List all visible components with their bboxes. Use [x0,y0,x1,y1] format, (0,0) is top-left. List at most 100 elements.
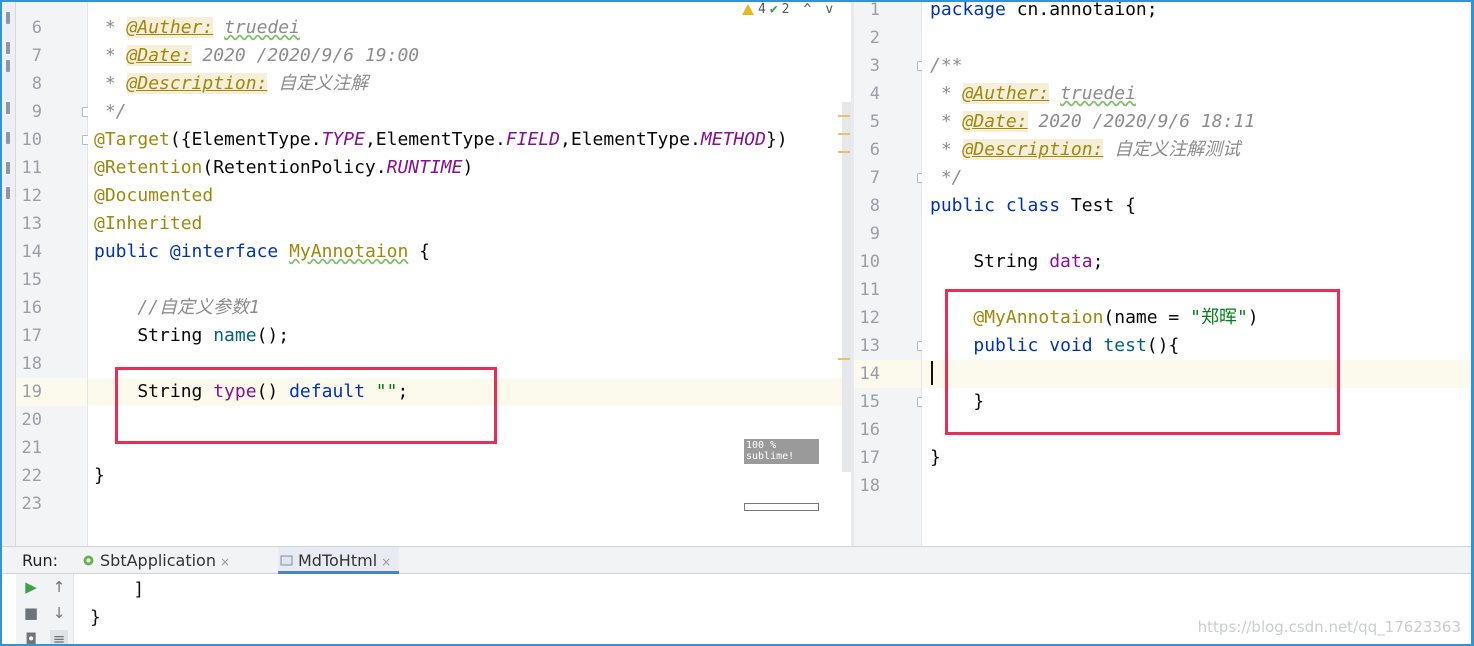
line-number: 9 [869,224,880,244]
inspection-widget[interactable]: 4 ✔ 2 ^ v [742,2,833,17]
code-token: public [94,241,160,262]
rerun-icon[interactable]: ▶ [22,578,40,596]
warning-icon [742,4,754,15]
code-line[interactable]: * @Date: 2020 /2020/9/6 19:00 [88,42,842,70]
run-tool-bar: Run: SbtApplication × MdToHtml × [2,546,1471,574]
camera-icon[interactable]: ◘ [22,630,40,644]
code-line[interactable] [88,266,842,294]
code-token: ) [462,157,474,178]
code-line[interactable]: /** [922,52,1471,80]
line-number: 10 [21,130,42,150]
right-editor[interactable]: package cn.annotaion; /** * @Auther: true… [922,2,1471,546]
soft-wrap-icon[interactable]: ≡ [50,630,68,644]
code-line[interactable] [922,220,1471,248]
run-tab-sbtapplication[interactable]: SbtApplication × [80,547,238,574]
code-token: }) [765,129,788,150]
class-file-icon [280,555,293,566]
code-token: @Description: [962,139,1104,160]
left-gutter: 6 7 8 9 10 11 12 13 14 15 16 17 18 19 20 21 22 23 [16,2,92,546]
code-line[interactable]: public class Test { [922,192,1471,220]
ide-window: 6 7 8 9 10 11 12 13 14 15 16 17 18 19 20 21 22 23 * @Auth… [0,0,1474,646]
code-line[interactable]: @Documented [88,182,842,210]
code-token: @Date: [962,111,1028,132]
close-icon[interactable]: × [381,555,391,569]
code-line[interactable]: } [922,444,1471,472]
line-number: 15 [859,392,880,412]
scroll-up-icon[interactable]: ↑ [50,578,68,596]
line-number: 5 [869,112,880,132]
scroll-down-icon[interactable]: ↓ [50,604,68,622]
stop-icon[interactable]: ■ [22,604,40,622]
code-token: * [94,73,127,94]
code-line[interactable]: * @Description: 自定义注解 [88,70,842,98]
code-token: TYPE [321,129,365,150]
highlight-box-left [115,367,497,444]
line-number: 9 [31,102,42,122]
code-line[interactable]: * @Auther: truedei [88,14,842,42]
code-token: * [930,83,963,104]
code-token: truedei [1060,83,1136,104]
code-line[interactable]: * @Auther: truedei [922,80,1471,108]
line-number: 8 [869,196,880,216]
code-line[interactable]: @Inherited [88,210,842,238]
line-number: 17 [21,326,42,346]
code-line[interactable]: @Target({ElementType.TYPE,ElementType.FI… [88,126,842,154]
line-number: 18 [21,354,42,374]
console-line: ] [90,579,145,600]
code-line[interactable] [88,490,842,518]
code-line[interactable]: //自定义参数1 [88,294,842,322]
warning-marker[interactable] [838,133,850,135]
code-token: class [1005,195,1061,216]
chevron-up-icon[interactable]: ^ [803,2,811,17]
code-token: String [94,325,214,346]
code-line[interactable]: @Retention(RetentionPolicy.RUNTIME) [88,154,842,182]
warning-marker[interactable] [838,151,850,153]
line-number: 11 [21,158,42,178]
code-line[interactable]: */ [922,164,1471,192]
right-gutter: 1 2 3 4 5 6 7 8 9 10 11 12 13 14 15 16 17 18 [854,2,927,546]
run-tab-mdtohtml[interactable]: MdToHtml × [278,547,400,574]
code-token: @Description: [126,73,268,94]
line-number: 18 [859,476,880,496]
code-token: } [94,465,105,486]
code-token: MyAnnotaion [289,241,409,262]
warning-marker[interactable] [838,358,850,360]
ok-count: 2 [781,2,790,17]
code-line[interactable]: public @interface MyAnnotaion { [88,238,842,266]
code-token: * [94,17,127,38]
code-token: @Target [94,129,170,150]
highlight-box-right [945,289,1340,435]
watermark: https://blog.csdn.net/qq_17623363 [1197,618,1461,636]
code-token: 自定义注解测试 [1103,139,1241,160]
code-line[interactable] [922,24,1471,52]
line-number: 2 [869,28,880,48]
code-line[interactable]: } [88,462,842,490]
code-token: public [930,195,996,216]
line-number: 16 [859,420,880,440]
code-line[interactable]: */ [88,98,842,126]
close-icon[interactable]: × [220,555,230,569]
code-token: 2020 /2020/9/6 18:11 [1027,111,1256,132]
code-line[interactable] [922,472,1471,500]
line-number: 20 [21,410,42,430]
code-line[interactable]: package cn.annotaion; [922,2,1471,24]
code-line[interactable]: String data; [922,248,1471,276]
chevron-down-icon[interactable]: v [825,2,833,17]
line-number: 3 [869,56,880,76]
tool-window-strip[interactable] [2,2,16,546]
minimap-viewport[interactable] [744,503,819,511]
warning-marker[interactable] [838,115,850,117]
line-number: 10 [859,252,880,272]
code-token: * [930,111,963,132]
code-token: String [930,251,1050,272]
code-line[interactable]: * @Date: 2020 /2020/9/6 18:11 [922,108,1471,136]
code-line[interactable]: String name(); [88,322,842,350]
console-toolbar: ▶ ↑ ■ ↓ ◘ ≡ [16,574,74,644]
ok-check-icon: ✔ [769,2,778,17]
left-editor[interactable]: * @Auther: truedei * @Date: 2020 /2020/9… [88,2,842,546]
code-line[interactable]: * @Description: 自定义注解测试 [922,136,1471,164]
text-caret [931,361,933,385]
code-token: ; [1092,251,1104,272]
